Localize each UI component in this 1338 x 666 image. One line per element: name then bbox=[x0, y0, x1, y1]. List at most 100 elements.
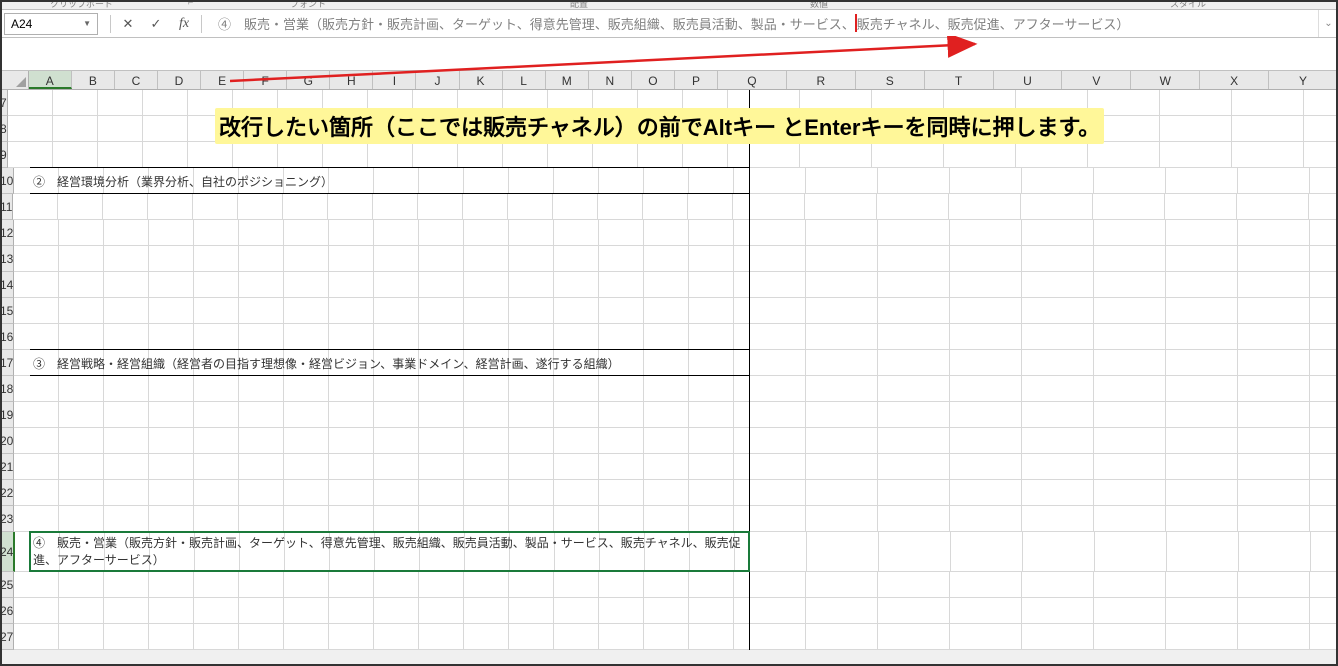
cell[interactable] bbox=[14, 324, 59, 349]
cell[interactable] bbox=[1310, 480, 1338, 505]
cell[interactable] bbox=[1310, 298, 1338, 323]
cell[interactable] bbox=[644, 168, 689, 193]
cell[interactable] bbox=[464, 246, 509, 271]
cell[interactable] bbox=[683, 142, 728, 167]
col-header-R[interactable]: R bbox=[787, 71, 856, 89]
cell[interactable] bbox=[1166, 298, 1238, 323]
cell[interactable] bbox=[734, 480, 806, 505]
cell[interactable] bbox=[1022, 168, 1094, 193]
cell[interactable] bbox=[149, 428, 194, 453]
cell[interactable] bbox=[13, 194, 58, 219]
cell[interactable] bbox=[143, 90, 188, 115]
cell[interactable] bbox=[194, 598, 239, 623]
cell[interactable] bbox=[599, 350, 644, 375]
cell[interactable] bbox=[1021, 194, 1093, 219]
cell[interactable] bbox=[734, 272, 806, 297]
cell[interactable] bbox=[553, 194, 598, 219]
cell[interactable] bbox=[509, 428, 554, 453]
cell[interactable] bbox=[104, 428, 149, 453]
cell[interactable] bbox=[599, 454, 644, 479]
cell[interactable] bbox=[1310, 454, 1338, 479]
cell[interactable] bbox=[1022, 480, 1094, 505]
cell[interactable] bbox=[1237, 194, 1309, 219]
cell[interactable] bbox=[1094, 168, 1166, 193]
cell[interactable] bbox=[950, 298, 1022, 323]
cell[interactable] bbox=[374, 220, 419, 245]
row-header[interactable]: 13 bbox=[0, 246, 14, 272]
cell[interactable] bbox=[1166, 428, 1238, 453]
cell[interactable] bbox=[1022, 624, 1094, 649]
cell[interactable] bbox=[878, 272, 950, 297]
cell[interactable] bbox=[104, 598, 149, 623]
cell[interactable] bbox=[419, 220, 464, 245]
col-header-P[interactable]: P bbox=[675, 71, 718, 89]
cell[interactable] bbox=[194, 506, 239, 531]
cell[interactable] bbox=[284, 350, 329, 375]
col-header-K[interactable]: K bbox=[460, 71, 503, 89]
cell[interactable] bbox=[1166, 246, 1238, 271]
cell[interactable] bbox=[644, 624, 689, 649]
cell[interactable] bbox=[805, 194, 877, 219]
cell[interactable] bbox=[599, 272, 644, 297]
cell[interactable] bbox=[1022, 350, 1094, 375]
cell[interactable] bbox=[419, 624, 464, 649]
cell[interactable] bbox=[59, 572, 104, 597]
cell[interactable] bbox=[1232, 142, 1304, 167]
cell[interactable] bbox=[689, 480, 734, 505]
cell[interactable] bbox=[464, 624, 509, 649]
cell[interactable] bbox=[689, 298, 734, 323]
cell[interactable] bbox=[239, 598, 284, 623]
row-header[interactable]: 11 bbox=[0, 194, 13, 220]
cell[interactable] bbox=[104, 376, 149, 401]
cell[interactable] bbox=[509, 572, 554, 597]
cell[interactable] bbox=[59, 624, 104, 649]
cell[interactable] bbox=[329, 454, 374, 479]
cell[interactable] bbox=[689, 376, 734, 401]
cell[interactable] bbox=[878, 402, 950, 427]
cell[interactable] bbox=[464, 454, 509, 479]
cell[interactable] bbox=[1016, 142, 1088, 167]
cell[interactable] bbox=[194, 572, 239, 597]
cell[interactable] bbox=[53, 142, 98, 167]
cell[interactable] bbox=[734, 624, 806, 649]
cell[interactable] bbox=[464, 376, 509, 401]
row-header[interactable]: 25 bbox=[0, 572, 14, 598]
cell[interactable] bbox=[599, 324, 644, 349]
cell[interactable] bbox=[1238, 402, 1310, 427]
col-header-W[interactable]: W bbox=[1131, 71, 1200, 89]
col-header-T[interactable]: T bbox=[925, 71, 994, 89]
cell[interactable] bbox=[284, 402, 329, 427]
cell[interactable] bbox=[1160, 90, 1232, 115]
cell[interactable] bbox=[148, 194, 193, 219]
cell[interactable] bbox=[59, 480, 104, 505]
cell[interactable] bbox=[644, 376, 689, 401]
cell[interactable] bbox=[53, 90, 98, 115]
cell[interactable] bbox=[1238, 428, 1310, 453]
cell[interactable] bbox=[1094, 572, 1166, 597]
col-header-O[interactable]: O bbox=[632, 71, 675, 89]
cell[interactable] bbox=[1309, 194, 1338, 219]
cell[interactable] bbox=[8, 90, 53, 115]
cell[interactable] bbox=[806, 480, 878, 505]
cell[interactable] bbox=[1022, 324, 1094, 349]
cell[interactable] bbox=[878, 220, 950, 245]
cell[interactable] bbox=[1310, 598, 1338, 623]
cell[interactable] bbox=[104, 298, 149, 323]
cell[interactable] bbox=[689, 272, 734, 297]
cell[interactable] bbox=[464, 350, 509, 375]
cell[interactable] bbox=[329, 220, 374, 245]
cell[interactable] bbox=[374, 454, 419, 479]
cell[interactable] bbox=[194, 624, 239, 649]
cell[interactable] bbox=[104, 272, 149, 297]
cell[interactable] bbox=[374, 376, 419, 401]
cell[interactable] bbox=[599, 376, 644, 401]
cell[interactable] bbox=[194, 454, 239, 479]
cell[interactable] bbox=[878, 168, 950, 193]
cells[interactable] bbox=[14, 324, 1338, 350]
cell[interactable] bbox=[554, 376, 599, 401]
cell[interactable] bbox=[1094, 428, 1166, 453]
cell[interactable] bbox=[1238, 598, 1310, 623]
cell[interactable] bbox=[104, 480, 149, 505]
cell[interactable] bbox=[806, 324, 878, 349]
cell[interactable] bbox=[598, 194, 643, 219]
